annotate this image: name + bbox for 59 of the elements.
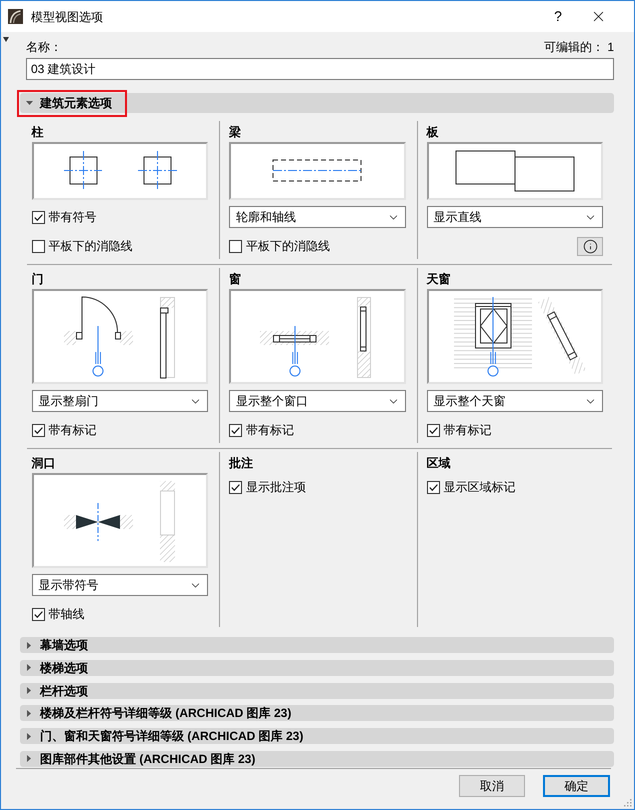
help-button[interactable]: ? xyxy=(538,1,578,32)
name-label: 名称： xyxy=(26,40,62,54)
cancel-button[interactable]: 取消 xyxy=(459,774,525,797)
checkbox-label[interactable]: 平板下的消隐线 xyxy=(246,239,330,253)
section-header[interactable]: 楼梯及栏杆符号详细等级 (ARCHICAD 图库 23) xyxy=(20,705,614,722)
panel-title: 柱 xyxy=(32,124,44,141)
caret-right-icon xyxy=(27,732,31,740)
section-header[interactable]: 楼梯选项 xyxy=(20,660,614,676)
checkbox-label[interactable]: 显示批注项 xyxy=(246,480,306,494)
ok-button[interactable]: 确定 xyxy=(543,774,610,797)
panel-title: 梁 xyxy=(229,124,242,141)
section-header[interactable]: 栏杆选项 xyxy=(20,682,614,699)
checkbox-label[interactable]: 带轴线 xyxy=(48,607,84,621)
checkbox[interactable] xyxy=(32,424,44,436)
checkbox[interactable] xyxy=(426,424,440,436)
panel-title: 窗 xyxy=(229,271,242,288)
dropdown[interactable]: 轮廓和轴线 xyxy=(229,206,406,228)
section-header[interactable]: 图库部件其他设置 (ARCHICAD 图库 23) xyxy=(20,750,614,767)
section-header[interactable]: 建筑元素选项 xyxy=(20,93,614,113)
checkbox[interactable] xyxy=(229,240,242,252)
info-icon xyxy=(582,238,598,254)
dropdown[interactable]: 显示带符号 xyxy=(32,574,208,596)
dropdown[interactable]: 显示整个窗口 xyxy=(229,390,406,412)
panel-title: 板 xyxy=(426,124,440,141)
resize-grip-icon xyxy=(623,798,632,807)
app-logo-icon xyxy=(8,9,23,24)
caret-right-icon xyxy=(27,710,31,717)
caret-right-icon xyxy=(27,687,31,694)
checkbox-label[interactable]: 带有标记 xyxy=(444,423,492,437)
panel-title: 洞口 xyxy=(32,455,56,472)
name-field[interactable]: 03 建筑设计 xyxy=(26,58,614,80)
window-title: 模型视图选项 xyxy=(31,8,103,26)
section-header[interactable]: 门、窗和天窗符号详细等级 (ARCHICAD 图库 23) xyxy=(20,728,614,744)
checkbox[interactable] xyxy=(32,210,44,224)
caret-right-icon xyxy=(27,755,31,762)
checkbox-label[interactable]: 显示区域标记 xyxy=(444,480,516,494)
checkbox[interactable] xyxy=(32,240,44,252)
info-button[interactable] xyxy=(577,236,603,256)
checkbox[interactable] xyxy=(426,480,440,494)
checkbox-label[interactable]: 平板下的消隐线 xyxy=(48,239,132,253)
dropdown[interactable]: 显示整扇门 xyxy=(32,390,208,412)
checkbox[interactable] xyxy=(229,480,242,494)
panel-title: 区域 xyxy=(426,455,452,472)
checkbox[interactable] xyxy=(229,424,242,436)
caret-down-icon xyxy=(26,101,33,105)
checkbox[interactable] xyxy=(32,608,44,620)
panel-title: 天窗 xyxy=(426,271,452,288)
collapse-arrow-icon[interactable] xyxy=(3,37,9,42)
section-header[interactable]: 幕墙选项 xyxy=(20,637,614,653)
dropdown[interactable]: 显示直线 xyxy=(426,206,603,228)
checkbox-label[interactable]: 带有标记 xyxy=(246,423,294,437)
checkbox-label[interactable]: 带有符号 xyxy=(48,210,96,224)
panel-title: 批注 xyxy=(229,455,254,472)
panel-title: 门 xyxy=(32,271,44,288)
caret-right-icon xyxy=(27,642,31,648)
dropdown[interactable]: 显示整个天窗 xyxy=(426,390,603,412)
editable-count-label: 可编辑的： 1 xyxy=(544,40,614,54)
checkbox-label[interactable]: 带有标记 xyxy=(48,423,96,437)
caret-right-icon xyxy=(27,664,31,672)
